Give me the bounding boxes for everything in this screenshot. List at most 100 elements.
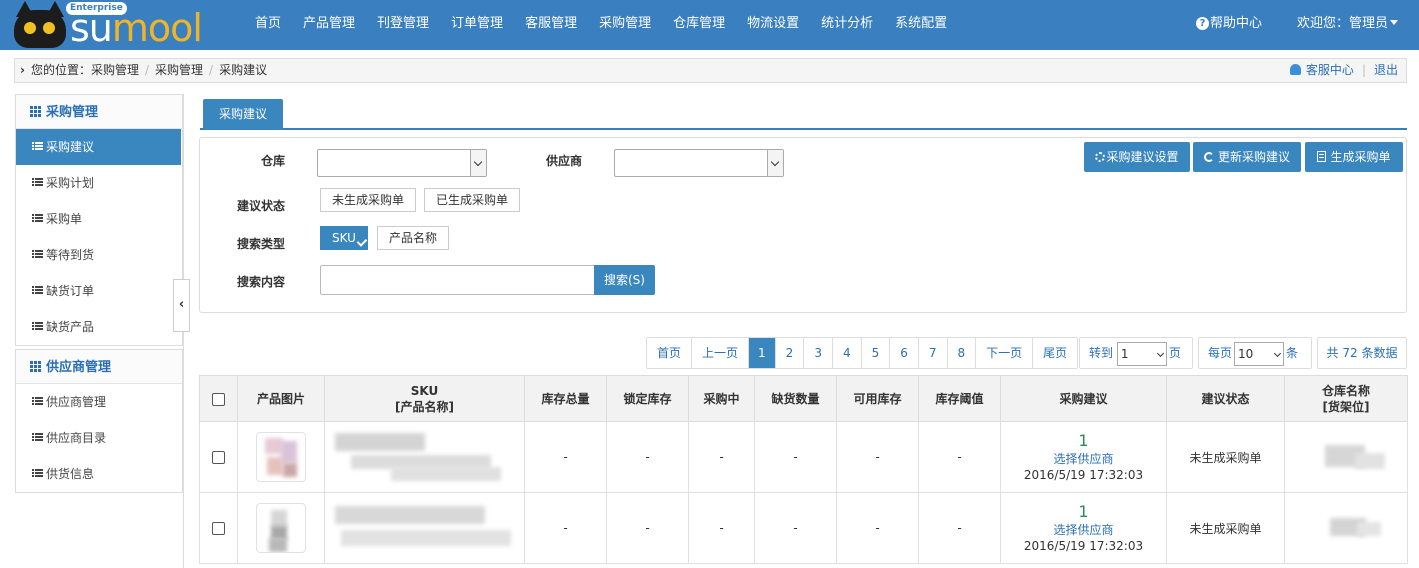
caret-down-icon [1390,20,1399,25]
product-thumbnail[interactable] [256,503,306,553]
goto-label: 转到 [1089,346,1114,360]
nav-customer-service[interactable]: 客服管理 [514,0,588,50]
stock-threshold: - [918,492,1001,564]
table-row: - - - - - - 1 选择供应商 2016/5/19 17:32:03 未… [199,421,1408,493]
col-locked-stock: 锁定库存 [606,375,689,422]
tab-purchase-suggestion[interactable]: 采购建议 [203,99,283,129]
per-page-select[interactable]: 10 [1234,341,1285,366]
col-shortage: 缺货数量 [754,375,837,422]
page-last[interactable]: 尾页 [1032,338,1078,368]
breadcrumb-item[interactable]: 采购管理 [91,63,139,77]
select-supplier-link[interactable]: 选择供应商 [1001,451,1166,467]
suggestion-settings-button[interactable]: 采购建议设置 [1084,142,1190,172]
sidebar-item-supply-info[interactable]: 供货信息 [16,456,182,492]
search-input[interactable] [320,265,595,295]
page-number[interactable]: 5 [860,338,890,368]
list-icon [32,178,43,187]
search-button[interactable]: 搜索(S) [594,265,655,295]
suggestion-status: 未生成采购单 [1166,492,1285,564]
status-option-generated[interactable]: 已生成采购单 [424,188,521,212]
nav-system[interactable]: 系统配置 [884,0,958,50]
stock-total: - [524,421,607,493]
row-checkbox[interactable] [212,522,225,535]
page-number[interactable]: 3 [803,338,832,368]
logout-link[interactable]: 退出 [1374,63,1398,77]
list-icon [32,250,43,259]
page-unit: 页 [1168,346,1181,360]
help-center-link[interactable]: ? 帮助中心 [1196,0,1262,48]
col-purchasing: 采购中 [688,375,755,422]
purchasing: - [688,421,755,493]
goto-page-select[interactable]: 1 [1116,341,1167,366]
page-number-current[interactable]: 1 [748,338,775,368]
status-option-not-generated[interactable]: 未生成采购单 [320,188,417,212]
nav-logistics[interactable]: 物流设置 [736,0,810,50]
page-prev[interactable]: 上一页 [691,338,749,368]
sidebar-item-purchase-suggestion[interactable]: 采购建议 [16,129,181,165]
pagination: 首页 上一页 1 2 3 4 5 6 7 8 下一页 尾页 [646,337,1079,369]
generate-purchase-order-button[interactable]: 生成采购单 [1305,142,1403,172]
sidebar: 采购管理 采购建议 采购计划 采购单 等待到货 缺货订单 缺货产品 供应商管理 … [15,94,184,568]
chevron-left-icon: ‹ [178,297,185,312]
list-icon [32,469,43,478]
page-number[interactable]: 2 [774,338,804,368]
supplier-select[interactable] [614,149,784,177]
nav-home[interactable]: 首页 [244,0,292,50]
col-purchase-suggestion: 采购建议 [1000,375,1167,422]
enterprise-badge: Enterprise [66,2,127,15]
locked-stock: - [606,421,689,493]
page-number[interactable]: 7 [917,338,947,368]
nav-products[interactable]: 产品管理 [292,0,366,50]
sidebar-collapse-button[interactable]: ‹ [173,279,190,332]
table-header-row: 产品图片 SKU [产品名称] 库存总量 锁定库存 采购中 缺货数量 可用库存 库… [199,375,1408,422]
page-number[interactable]: 6 [889,338,918,368]
stock-threshold: - [918,421,1001,493]
customer-service-link[interactable]: 客服中心 [1306,63,1354,77]
nav-purchasing[interactable]: 采购管理 [588,0,662,50]
sumool-logo[interactable]: sumool Enterprise [12,1,230,49]
search-type-sku[interactable]: SKU [320,226,368,250]
sidebar-item-shortage-products[interactable]: 缺货产品 [16,309,182,345]
breadcrumb-item[interactable]: 采购管理 [155,63,203,77]
nav-statistics[interactable]: 统计分析 [810,0,884,50]
page-next[interactable]: 下一页 [975,338,1033,368]
top-navbar: sumool Enterprise 首页 产品管理 刊登管理 订单管理 客服管理… [0,0,1419,50]
suggestion-time: 2016/5/19 17:32:03 [1023,539,1144,553]
question-circle-icon: ? [1196,17,1209,30]
col-suggestion-status: 建议状态 [1166,375,1285,422]
page-number[interactable]: 4 [831,338,861,368]
user-menu[interactable]: 欢迎您：管理员 [1297,0,1399,48]
sidebar-group-title[interactable]: 供应商管理 [16,350,182,384]
sidebar-item-supplier-management[interactable]: 供应商管理 [16,384,182,420]
suggestion-status: 未生成采购单 [1166,421,1285,493]
sidebar-item-supplier-catalog[interactable]: 供应商目录 [16,420,182,456]
search-type-product-name[interactable]: 产品名称 [377,226,450,250]
suggested-quantity[interactable]: 1 [1001,431,1166,451]
search-type-label: 搜索类型 [237,237,286,251]
suggested-quantity[interactable]: 1 [1001,502,1166,522]
col-product-image: 产品图片 [237,375,325,422]
sidebar-item-awaiting-arrival[interactable]: 等待到货 [16,237,182,273]
list-icon [32,286,43,295]
product-thumbnail[interactable] [256,432,306,482]
sidebar-item-shortage-orders[interactable]: 缺货订单 [16,273,182,309]
purchase-suggestion-cell: 1 选择供应商 2016/5/19 17:32:03 [1000,492,1167,564]
per-page-label: 每页 [1208,346,1233,360]
nav-orders[interactable]: 订单管理 [440,0,514,50]
breadcrumb-bar: › 您的位置：采购管理 / 采购管理 / 采购建议 客服中心 | 退出 [14,58,1407,83]
select-supplier-link[interactable]: 选择供应商 [1001,522,1166,538]
available-stock: - [836,421,919,493]
sidebar-group-title[interactable]: 采购管理 [16,95,182,129]
select-all-checkbox[interactable] [212,392,225,406]
col-stock-total: 库存总量 [524,375,607,422]
nav-warehouse[interactable]: 仓库管理 [662,0,736,50]
purchase-suggestion-cell: 1 选择供应商 2016/5/19 17:32:03 [1000,421,1167,493]
page-first[interactable]: 首页 [647,338,692,368]
page-number[interactable]: 8 [946,338,976,368]
sidebar-item-purchase-plan[interactable]: 采购计划 [16,165,182,201]
row-checkbox[interactable] [212,451,225,464]
warehouse-select[interactable] [317,149,487,177]
nav-listing[interactable]: 刊登管理 [366,0,440,50]
refresh-suggestion-button[interactable]: 更新采购建议 [1193,142,1301,172]
sidebar-item-purchase-order[interactable]: 采购单 [16,201,182,237]
